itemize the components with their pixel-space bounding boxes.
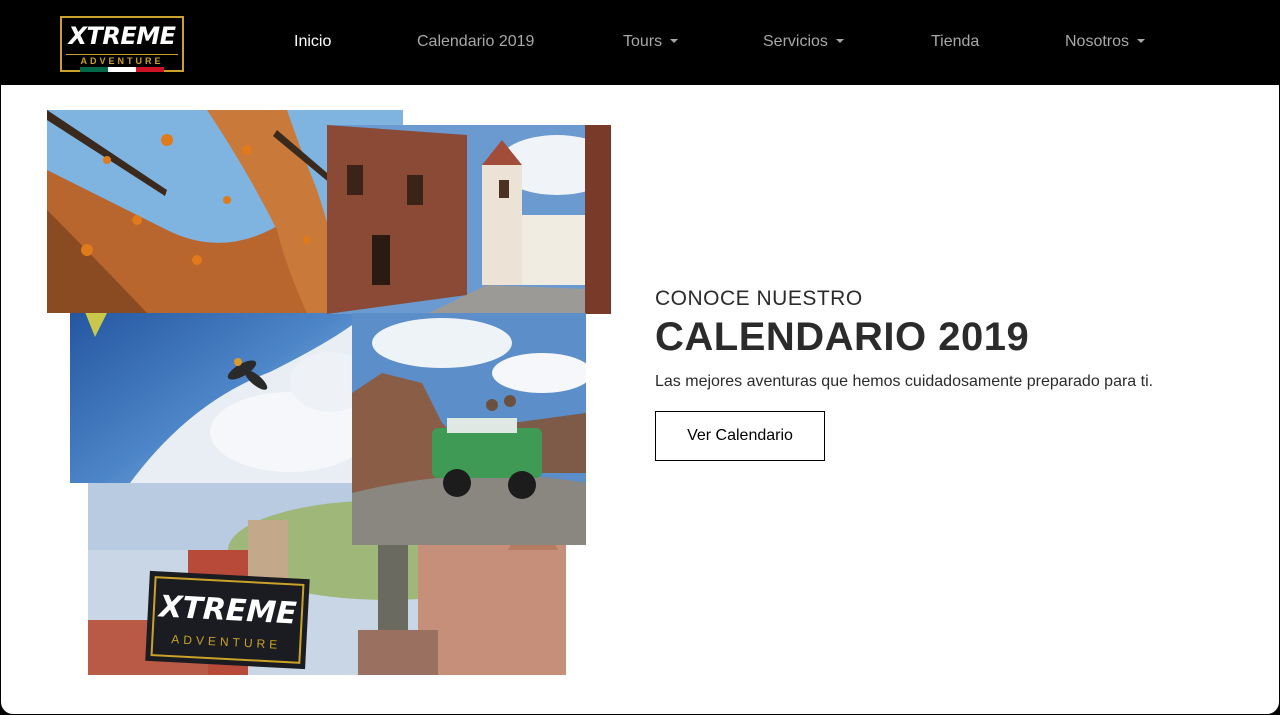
nav-item-tienda[interactable]: Tienda — [931, 31, 979, 53]
caret-down-icon — [670, 39, 679, 43]
nav-item-tours[interactable]: Tours — [623, 31, 679, 53]
nav-item-servicios[interactable]: Servicios — [763, 31, 844, 53]
nav-label: Nosotros — [1065, 33, 1130, 50]
nav-item-nosotros[interactable]: Nosotros — [1065, 31, 1146, 53]
hero-eyebrow: CONOCE NUESTRO — [655, 287, 863, 310]
brand-logo[interactable]: XTREME ADVENTURE — [60, 16, 184, 72]
svg-text:XTREME: XTREME — [156, 589, 298, 631]
navbar: XTREME ADVENTURE Inicio Calendario 2019 … — [0, 0, 1280, 85]
caret-down-icon — [835, 39, 844, 43]
nav-item-inicio[interactable]: Inicio — [294, 31, 331, 53]
hero-headline: CALENDARIO 2019 — [655, 315, 1030, 359]
nav-label: Inicio — [294, 33, 332, 50]
mexico-flag-icon — [80, 67, 164, 72]
logo-text: XTREME — [68, 22, 176, 50]
photo-jeep-tour — [352, 313, 586, 545]
ver-calendario-button[interactable]: Ver Calendario — [655, 411, 825, 461]
caret-down-icon — [1137, 39, 1146, 43]
hero-section: XTREME ADVENTURE CONOCE NUESTRO CALENDAR… — [1, 85, 1279, 714]
hero-subtitle: Las mejores aventuras que hemos cuidados… — [655, 373, 1154, 390]
nav-label: Tienda — [931, 33, 980, 50]
nav-label: Tours — [623, 33, 663, 50]
nav-label: Calendario 2019 — [417, 33, 535, 50]
nav-item-calendario[interactable]: Calendario 2019 — [417, 31, 534, 53]
photo-colonial-street — [327, 125, 611, 314]
logo-subtext: ADVENTURE — [66, 54, 178, 67]
nav-label: Servicios — [763, 33, 828, 50]
